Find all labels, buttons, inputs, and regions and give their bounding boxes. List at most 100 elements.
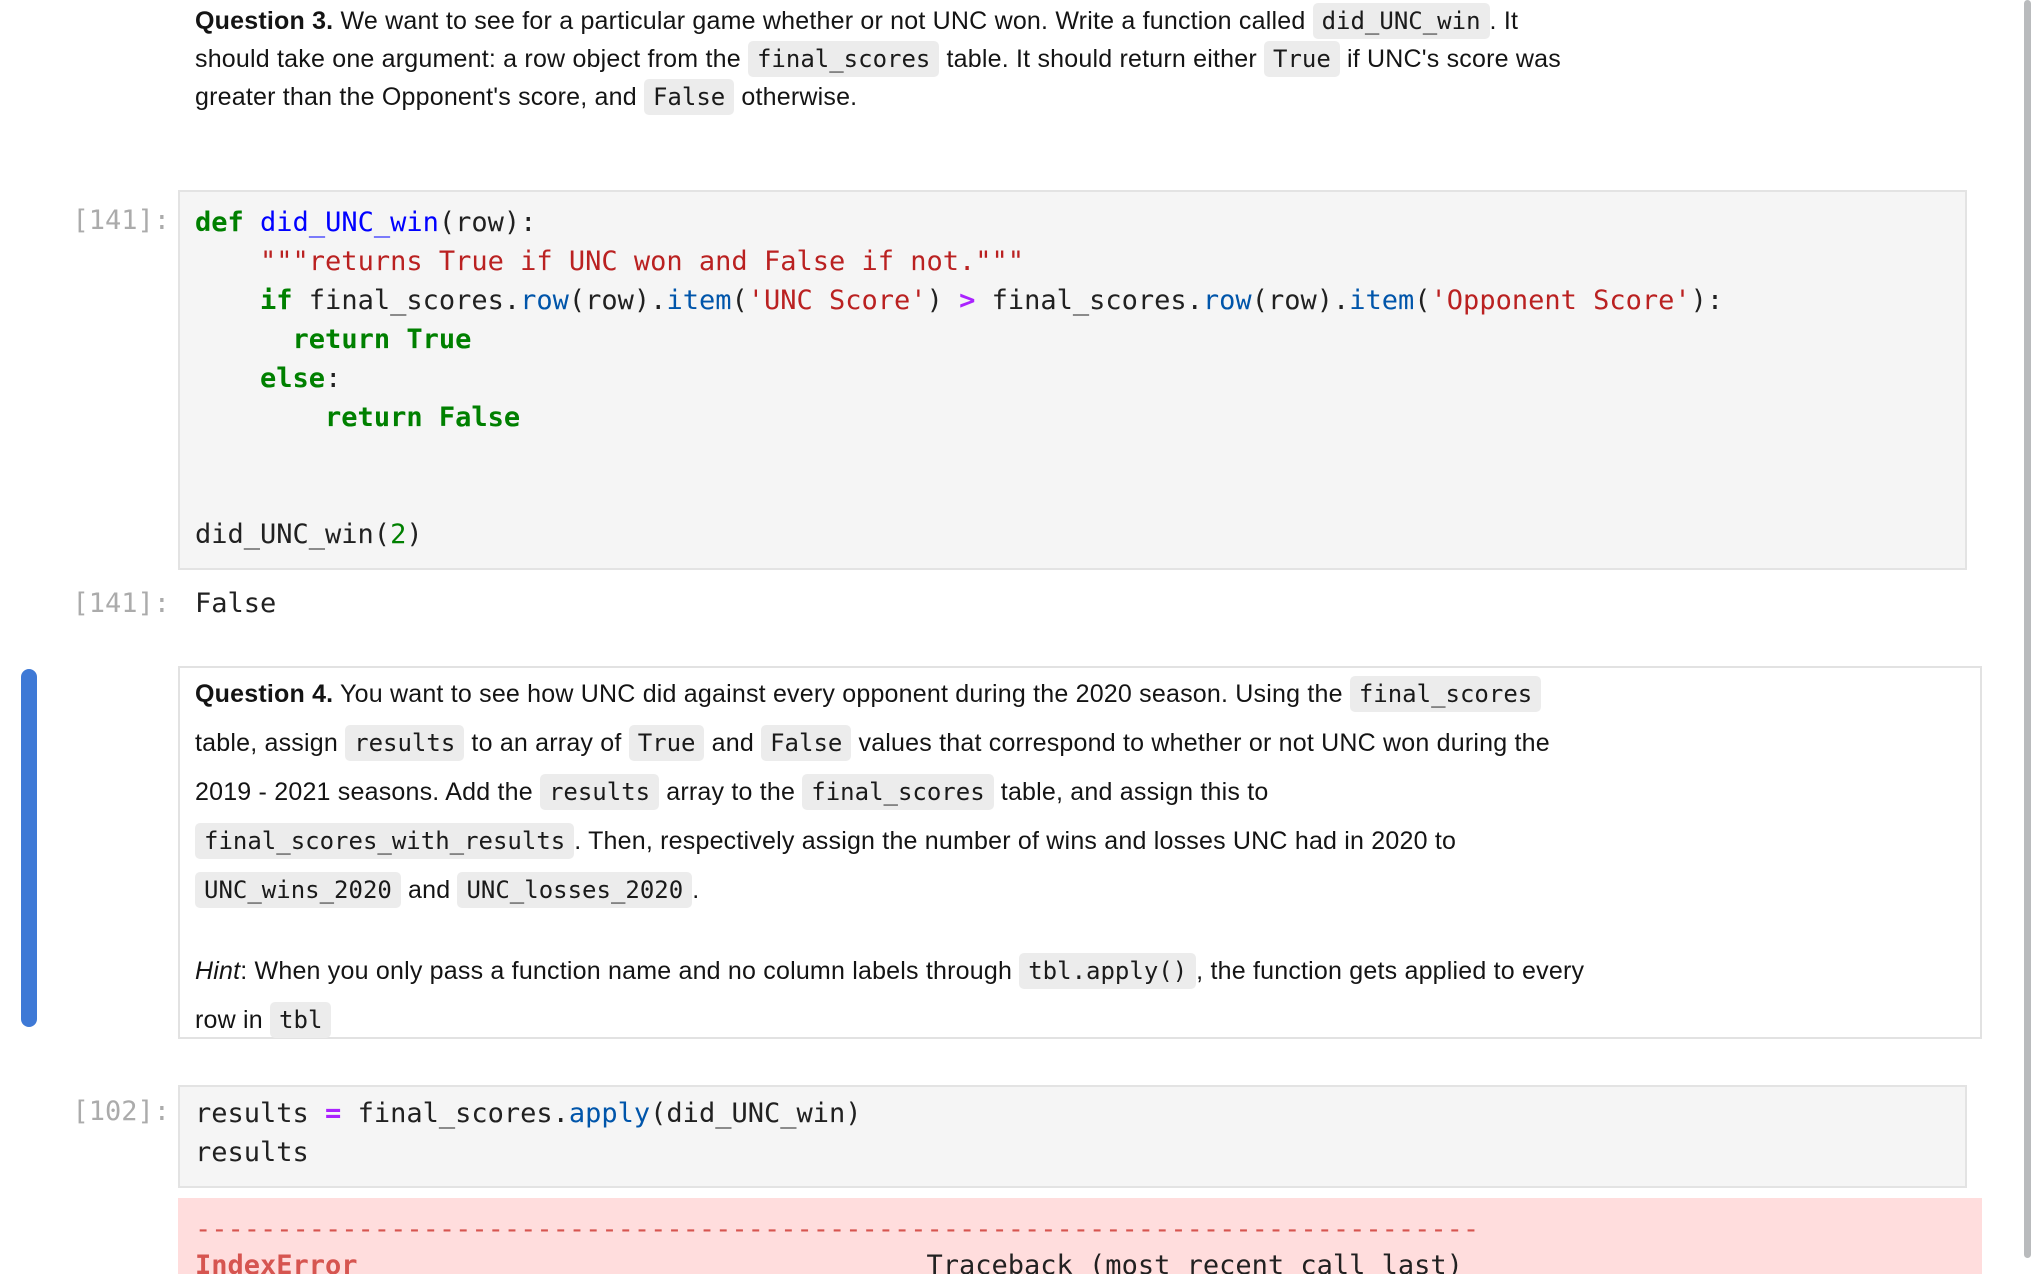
text-segment: to an array of — [464, 729, 629, 757]
text-line: greater than the Opponent's score, and F… — [195, 78, 1985, 116]
text-line: should take one argument: a row object f… — [195, 40, 1985, 78]
text-segment — [195, 402, 325, 433]
text-segment: False — [438, 402, 521, 433]
inline-code: UNC_wins_2020 — [195, 872, 401, 908]
text-segment: did_UNC_win( — [195, 519, 391, 550]
text-line — [195, 437, 1965, 476]
text-segment: did_UNC_win — [260, 207, 439, 238]
code-cell-apply-results[interactable]: results = final_scores.apply(did_UNC_win… — [178, 1085, 1967, 1188]
text-line: UNC_wins_2020 and UNC_losses_2020. — [195, 866, 1965, 915]
text-segment: (row). — [1251, 285, 1350, 316]
error-traceback-output: ----------------------------------------… — [178, 1198, 1982, 1274]
text-segment: results — [195, 1098, 326, 1129]
text-segment: (row): — [438, 207, 537, 238]
text-segment: : — [325, 363, 342, 394]
text-segment: should take one argument: a row object f… — [195, 45, 748, 73]
text-segment: table, assign — [195, 729, 346, 757]
text-segment: (row). — [568, 285, 667, 316]
text-segment: True — [406, 324, 472, 355]
text-segment: final_scores. — [341, 1098, 569, 1129]
code-editor-content[interactable]: results = final_scores.apply(did_UNC_win… — [195, 1094, 1965, 1172]
text-segment: final_scores. — [975, 285, 1203, 316]
text-segment: . — [692, 876, 700, 904]
text-segment — [195, 246, 260, 277]
text-segment: Hint — [195, 957, 241, 985]
code-editor-content[interactable]: def did_UNC_win(row): """returns True if… — [195, 203, 1965, 554]
input-prompt-141: [141]: — [72, 205, 170, 236]
execution-result-false: False — [195, 588, 277, 619]
text-segment: if — [260, 285, 293, 316]
text-segment: item — [1349, 285, 1415, 316]
inline-code: results — [539, 774, 660, 810]
text-segment: results — [195, 1137, 309, 1168]
input-prompt-102: [102]: — [72, 1096, 170, 1127]
text-segment: IndexError — [195, 1250, 358, 1274]
text-segment: item — [666, 285, 732, 316]
text-segment: > — [959, 285, 976, 316]
text-segment — [195, 363, 260, 394]
inline-code: False — [761, 725, 852, 761]
text-segment: 'UNC Score' — [747, 285, 927, 316]
text-segment: 2 — [390, 519, 407, 550]
text-segment: 2019 - 2021 seasons. Add the — [195, 778, 540, 806]
inline-code: results — [345, 725, 465, 761]
text-line: def did_UNC_win(row): — [195, 203, 1965, 242]
text-line: final_scores_with_results. Then, respect… — [195, 817, 1965, 866]
inline-code: True — [628, 725, 705, 761]
text-segment: ): — [1690, 285, 1724, 316]
code-cell-did-unc-win[interactable]: def did_UNC_win(row): """returns True if… — [178, 190, 1967, 570]
text-line: IndexError Traceback (most recent call l… — [195, 1248, 1982, 1274]
output-prompt-141: [141]: — [72, 588, 170, 619]
text-line: results — [195, 1133, 1965, 1172]
inline-code: tbl.apply() — [1019, 953, 1197, 989]
question-4-paragraph: Question 4. You want to see how UNC did … — [195, 670, 1965, 915]
text-segment: Traceback (most recent call last) — [357, 1250, 1463, 1274]
text-segment: You want to see how UNC did against ever… — [333, 680, 1350, 708]
text-segment — [195, 285, 260, 316]
text-segment: 'Opponent Score' — [1430, 285, 1691, 316]
text-line: Hint: When you only pass a function name… — [195, 947, 1965, 996]
vertical-scrollbar-thumb[interactable] — [2024, 0, 2031, 1258]
inline-code: final_scores — [747, 41, 940, 77]
text-segment: . It — [1489, 7, 1519, 35]
markdown-cell-question-3[interactable]: Question 3. We want to see for a particu… — [195, 2, 1985, 116]
text-segment: row — [520, 285, 569, 316]
text-segment: (did_UNC_win) — [650, 1098, 862, 1129]
active-cell-collapser[interactable] — [21, 669, 37, 1027]
text-segment: We want to see for a particular game whe… — [333, 7, 1313, 35]
text-segment: greater than the Opponent's score, and — [195, 83, 644, 111]
text-line: if final_scores.row(row).item('UNC Score… — [195, 281, 1965, 320]
text-line: table, assign results to an array of Tru… — [195, 719, 1965, 768]
text-segment: final_scores. — [292, 285, 521, 316]
text-segment: table. It should return either — [939, 45, 1264, 73]
text-segment: ----------------------------------------… — [195, 1214, 1480, 1245]
text-segment: ( — [1414, 285, 1431, 316]
text-segment — [423, 402, 439, 433]
text-segment: ( — [731, 285, 748, 316]
text-segment: ) — [926, 285, 960, 316]
text-segment: Question 3. — [195, 7, 334, 35]
inline-code: False — [643, 79, 735, 115]
text-segment: else — [260, 363, 326, 394]
text-segment: otherwise. — [734, 83, 858, 111]
inline-code: did_UNC_win — [1312, 3, 1490, 39]
text-segment: if UNC's score was — [1339, 45, 1561, 73]
inline-code: final_scores — [1349, 676, 1542, 712]
text-segment: """returns True if UNC won and False if … — [260, 246, 1025, 277]
inline-code: final_scores — [802, 774, 994, 810]
text-segment: return — [292, 324, 391, 355]
markdown-cell-question-4[interactable]: Question 4. You want to see how UNC did … — [178, 666, 1982, 1039]
text-segment: row — [1202, 285, 1252, 316]
text-segment: apply — [568, 1098, 651, 1129]
text-line: results = final_scores.apply(did_UNC_win… — [195, 1094, 1965, 1133]
inline-code: UNC_losses_2020 — [457, 872, 693, 908]
text-segment: def — [195, 207, 244, 238]
text-line: ----------------------------------------… — [195, 1212, 1982, 1248]
text-segment: , the function gets applied to every — [1196, 957, 1585, 985]
traceback-lines: ----------------------------------------… — [195, 1212, 1982, 1274]
text-segment: ) — [406, 519, 423, 550]
text-segment: = — [325, 1098, 342, 1129]
text-line: return False — [195, 398, 1965, 437]
text-segment — [390, 324, 406, 355]
text-segment: . Then, respectively assign the number o… — [574, 827, 1457, 855]
